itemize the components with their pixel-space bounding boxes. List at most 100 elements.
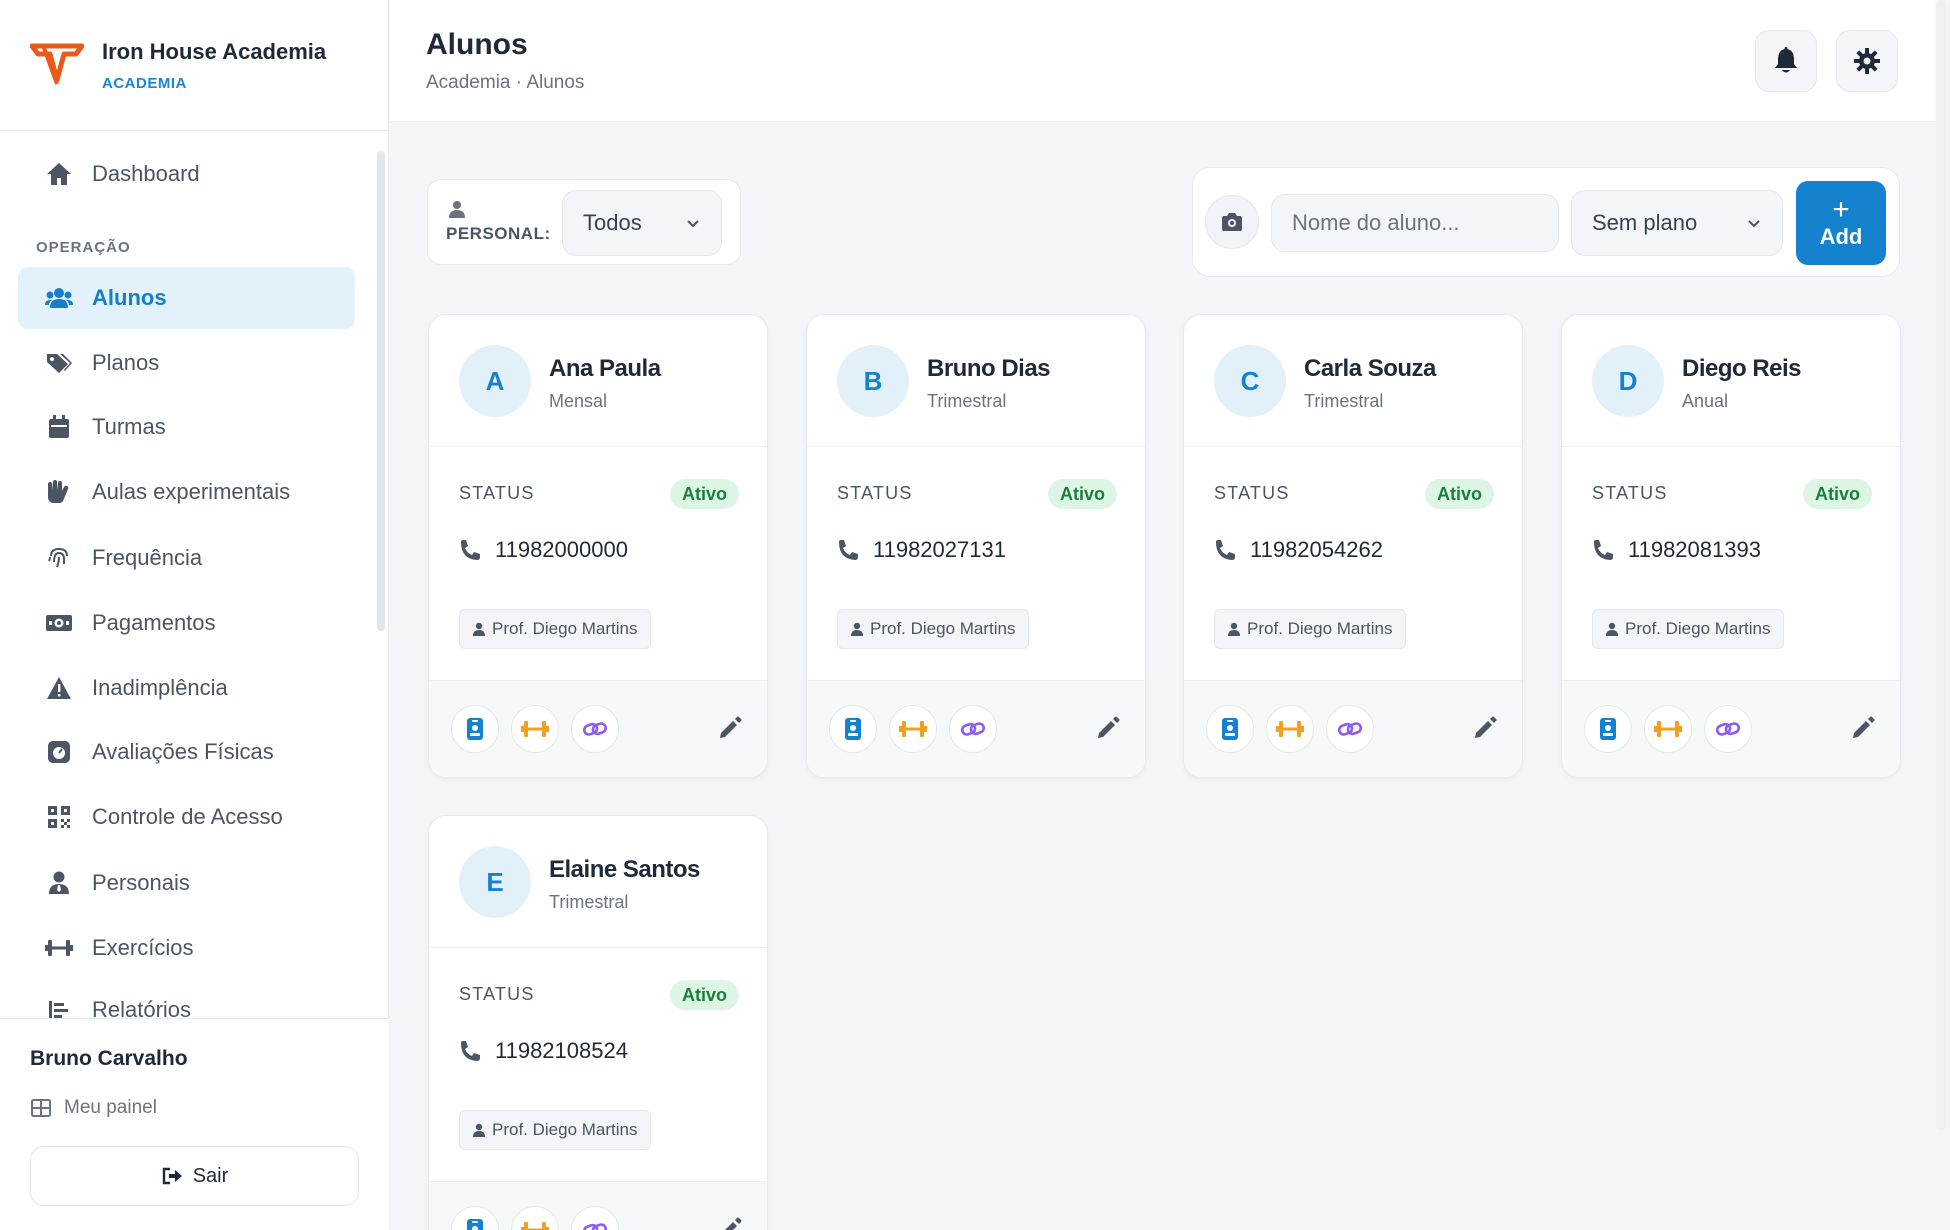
- student-id-card-button[interactable]: [829, 705, 877, 753]
- sidebar-item-pagamentos[interactable]: Pagamentos: [18, 592, 355, 654]
- dumbbell-icon: [521, 721, 549, 737]
- student-card-body: STATUS Ativo 11982081393 Prof. Diego Mar…: [1562, 447, 1900, 681]
- personal-select[interactable]: Todos: [562, 190, 722, 256]
- student-card-header: E Elaine Santos Trimestral: [429, 816, 767, 948]
- search-input[interactable]: [1271, 194, 1559, 252]
- student-phone: 11982054262: [1214, 537, 1383, 563]
- logo-icon: [30, 43, 84, 85]
- student-id-card-button[interactable]: [451, 705, 499, 753]
- add-button[interactable]: + Add: [1796, 181, 1886, 265]
- phone-icon: [461, 1041, 480, 1061]
- student-card-header: D Diego Reis Anual: [1562, 315, 1900, 447]
- phone-number: 11982081393: [1628, 537, 1761, 562]
- student-name: Ana Paula: [549, 355, 661, 382]
- student-plan: Trimestral: [927, 391, 1007, 411]
- sidebar-item-inadimplencia[interactable]: Inadimplência: [18, 657, 355, 719]
- workout-button[interactable]: [511, 705, 559, 753]
- id-badge-icon: [467, 718, 483, 740]
- edit-button[interactable]: [715, 713, 745, 743]
- status-label: STATUS: [459, 483, 535, 503]
- phone-icon: [1216, 540, 1235, 560]
- settings-button[interactable]: [1836, 30, 1898, 92]
- status-badge: Ativo: [1048, 479, 1117, 509]
- student-phone: 11982108524: [459, 1038, 628, 1064]
- workout-button[interactable]: [511, 1206, 559, 1230]
- page-scrollbar[interactable]: [1936, 0, 1946, 1130]
- share-link-button[interactable]: [1326, 705, 1374, 753]
- bell-icon: [1775, 47, 1797, 73]
- id-badge-icon: [1600, 718, 1616, 740]
- student-card[interactable]: C Carla Souza Trimestral STATUS Ativo 11…: [1183, 314, 1523, 778]
- student-phone: 11982081393: [1592, 537, 1761, 563]
- student-id-card-button[interactable]: [1206, 705, 1254, 753]
- table-icon: [31, 1099, 51, 1117]
- student-card[interactable]: E Elaine Santos Trimestral STATUS Ativo …: [428, 815, 768, 1230]
- share-link-button[interactable]: [571, 705, 619, 753]
- workout-button[interactable]: [1644, 705, 1692, 753]
- student-plan: Anual: [1682, 391, 1729, 411]
- student-name: Bruno Dias: [927, 355, 1051, 382]
- workout-button[interactable]: [1266, 705, 1314, 753]
- avatar: C: [1214, 345, 1286, 417]
- id-badge-icon: [1222, 718, 1238, 740]
- avatar: E: [459, 846, 531, 918]
- user-tie-icon: [1606, 622, 1618, 636]
- edit-button[interactable]: [1093, 713, 1123, 743]
- sidebar-item-planos[interactable]: Planos: [18, 332, 355, 394]
- sidebar-item-controle-de-acesso[interactable]: Controle de Acesso: [18, 786, 355, 848]
- share-link-button[interactable]: [1704, 705, 1752, 753]
- student-card[interactable]: D Diego Reis Anual STATUS Ativo 11982081…: [1561, 314, 1901, 778]
- sidebar-scrollbar[interactable]: [377, 151, 385, 631]
- student-name: Elaine Santos: [549, 856, 700, 883]
- edit-button[interactable]: [1848, 713, 1878, 743]
- student-id-card-button[interactable]: [451, 1206, 499, 1230]
- sidebar-item-personais[interactable]: Personais: [18, 852, 355, 914]
- brand[interactable]: Iron House Academia ACADEMIA: [0, 0, 388, 131]
- sidebar-item-exercicios[interactable]: Exercícios: [18, 917, 355, 979]
- sidebar-item-relatorios[interactable]: Relatórios: [18, 979, 355, 1018]
- user-tie-icon: [473, 622, 485, 636]
- brand-subtitle: ACADEMIA: [102, 74, 187, 92]
- sidebar-item-dashboard[interactable]: Dashboard: [18, 143, 355, 205]
- plan-select[interactable]: Sem plano: [1571, 190, 1783, 256]
- sidebar-item-label: Dashboard: [92, 161, 200, 186]
- student-card-actions: [807, 681, 1145, 777]
- trainer-name: Prof. Diego Martins: [492, 619, 638, 638]
- user-icon: [449, 201, 465, 218]
- sidebar-item-aulas-experimentais[interactable]: Aulas experimentais: [18, 461, 355, 523]
- pencil-icon: [1475, 716, 1497, 738]
- avatar: D: [1592, 345, 1664, 417]
- sidebar-item-turmas[interactable]: Turmas: [18, 396, 355, 458]
- dumbbell-icon: [1654, 721, 1682, 737]
- qrcode-icon: [44, 802, 74, 832]
- trainer-name: Prof. Diego Martins: [1247, 619, 1393, 638]
- id-badge-icon: [845, 718, 861, 740]
- workout-button[interactable]: [889, 705, 937, 753]
- trainer-badge: Prof. Diego Martins: [1592, 609, 1784, 649]
- share-link-button[interactable]: [571, 1206, 619, 1230]
- edit-button[interactable]: [715, 1214, 745, 1230]
- gear-icon: [1854, 48, 1880, 74]
- sidebar-item-avaliacoes-fisicas[interactable]: Avaliações Físicas: [18, 721, 355, 783]
- notifications-button[interactable]: [1755, 30, 1817, 92]
- edit-button[interactable]: [1470, 713, 1500, 743]
- phone-number: 11982027131: [873, 537, 1006, 562]
- student-id-card-button[interactable]: [1584, 705, 1632, 753]
- search-toolbar: Sem plano + Add: [1192, 167, 1900, 277]
- student-card[interactable]: A Ana Paula Mensal STATUS Ativo 11982000…: [428, 314, 768, 778]
- sidebar-item-frequencia[interactable]: Frequência: [18, 527, 355, 589]
- logout-button[interactable]: Sair: [30, 1146, 359, 1206]
- phone-icon: [1594, 540, 1613, 560]
- status-label: STATUS: [1592, 483, 1668, 503]
- user-tie-icon: [1228, 622, 1240, 636]
- share-link-button[interactable]: [949, 705, 997, 753]
- avatar: A: [459, 345, 531, 417]
- sidebar-item-label: Inadimplência: [92, 675, 228, 700]
- camera-button[interactable]: [1205, 195, 1259, 249]
- student-card[interactable]: B Bruno Dias Trimestral STATUS Ativo 119…: [806, 314, 1146, 778]
- brand-name: Iron House Academia: [102, 38, 327, 64]
- sidebar-item-alunos[interactable]: Alunos: [18, 267, 355, 329]
- student-card-actions: [429, 681, 767, 777]
- my-panel-link[interactable]: Meu painel: [30, 1097, 157, 1119]
- sidebar-item-label: Personais: [92, 870, 190, 895]
